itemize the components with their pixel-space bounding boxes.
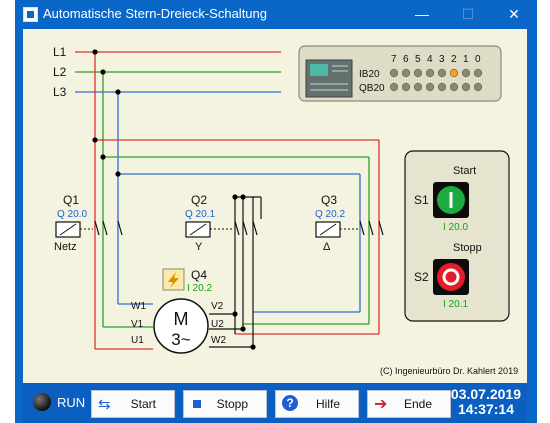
motor: M 3~ W1 V1 U1 V2 U2 W2 [131, 298, 226, 354]
s1-label: S1 [414, 193, 429, 207]
exit-button-label: Ende [403, 397, 432, 411]
app-icon [23, 7, 38, 22]
control-panel: Start S1 I 20.0 Stopp S2 I 20.1 [404, 150, 510, 322]
l1-label: L1 [53, 45, 67, 59]
help-button[interactable]: ? Hilfe [275, 390, 359, 418]
circuit-diagram: L1 L2 L3 7 6 5 4 3 2 1 0 IB20 QB20 Q1 Q … [53, 45, 518, 376]
terminal-v1: V1 [131, 319, 144, 330]
terminal-w1: W1 [131, 301, 146, 312]
bottom-toolbar: RUN ⇆ Start Stopp ? Hilfe ➔ Ende 03.07.2… [23, 383, 527, 423]
q1-label: Netz [54, 241, 77, 253]
s2-address: I 20.1 [443, 299, 468, 310]
plc-module: 7 6 5 4 3 2 1 0 IB20 QB20 [298, 45, 502, 102]
q2-label: Y [195, 241, 203, 253]
terminal-u1: U1 [131, 335, 144, 346]
q3-name: Q3 [321, 193, 337, 207]
contactor-q3[interactable]: Q3 Q 20.2 Δ [315, 193, 384, 253]
stop-pushbutton[interactable] [433, 259, 469, 295]
qb-led-bit-6 [401, 82, 411, 92]
l3-label: L3 [53, 85, 67, 99]
app-window: Automatische Stern-Dreieck-Schaltung — ☐… [15, 0, 537, 423]
q4-address: I 20.2 [187, 283, 212, 294]
date-text: 03.07.2019 [450, 386, 521, 402]
terminal-u2: U2 [211, 319, 224, 330]
run-label: RUN [57, 395, 86, 410]
qb-led-bit-2 [449, 82, 459, 92]
minimize-button[interactable]: — [399, 0, 445, 28]
start-pushbutton[interactable] [433, 182, 469, 218]
ib-led-bit-6 [401, 68, 411, 78]
ib-led-bit-2 [449, 68, 459, 78]
help-button-label: Hilfe [315, 397, 340, 411]
window-title: Automatische Stern-Dreieck-Schaltung [43, 6, 267, 21]
s2-label: S2 [414, 270, 429, 284]
maximize-button[interactable]: ☐ [445, 0, 491, 28]
q3-label: Δ [323, 241, 331, 253]
q1-name: Q1 [63, 193, 79, 207]
motor-protection-q4[interactable]: Q4 I 20.2 [162, 268, 212, 294]
bit-number-4: 4 [427, 54, 433, 65]
bit-number-6: 6 [403, 54, 409, 65]
ib20-label: IB20 [359, 69, 380, 80]
time-text: 14:37:14 [457, 401, 514, 417]
stop-button[interactable]: Stopp [183, 390, 267, 418]
bit-number-5: 5 [415, 54, 421, 65]
contactor-q2[interactable]: Q2 Q 20.1 Y [185, 193, 258, 253]
l2-label: L2 [53, 65, 67, 79]
terminal-w2: W2 [211, 335, 226, 346]
bit-number-3: 3 [439, 54, 445, 65]
ib-led-bit-5 [413, 68, 423, 78]
q2-name: Q2 [191, 193, 207, 207]
title-bar: Automatische Stern-Dreieck-Schaltung — ☐… [15, 0, 537, 28]
stop-caption: Stopp [453, 242, 482, 254]
ib-led-bit-1 [461, 68, 471, 78]
start-caption: Start [453, 165, 476, 177]
q3-address: Q 20.2 [315, 209, 345, 220]
s1-address: I 20.0 [443, 222, 468, 233]
bit-number-1: 1 [463, 54, 469, 65]
start-button[interactable]: ⇆ Start [91, 390, 175, 418]
bit-number-2: 2 [451, 54, 457, 65]
qb-led-bit-7 [389, 82, 399, 92]
help-icon: ? [282, 395, 298, 411]
copyright-text: (C) Ingenieurbüro Dr. Kahlert 2019 [380, 366, 518, 376]
exit-icon: ➔ [374, 396, 388, 413]
motor-letter: M [174, 309, 189, 329]
qb20-label: QB20 [359, 83, 385, 94]
close-button[interactable]: ✕ [491, 0, 537, 28]
stop-button-label: Stopp [216, 397, 248, 411]
ib-led-bit-7 [389, 68, 399, 78]
exit-button[interactable]: ➔ Ende [367, 390, 451, 418]
q1-address: Q 20.0 [57, 209, 87, 220]
start-button-label: Start [130, 397, 156, 411]
qb-led-bit-3 [437, 82, 447, 92]
qb-led-bit-4 [425, 82, 435, 92]
qb-led-bit-0 [473, 82, 483, 92]
bit-number-7: 7 [391, 54, 397, 65]
stop-square-icon [193, 400, 201, 408]
ib-led-bit-4 [425, 68, 435, 78]
motor-type: 3~ [171, 330, 190, 349]
terminal-v2: V2 [211, 301, 224, 312]
q2-address: Q 20.1 [185, 209, 215, 220]
bit-number-0: 0 [475, 54, 481, 65]
ib-led-bit-0 [473, 68, 483, 78]
qb-led-bit-5 [413, 82, 423, 92]
run-status-led [33, 393, 51, 411]
qb-led-bit-1 [461, 82, 471, 92]
start-arrow-icon: ⇆ [98, 396, 111, 413]
contactor-q1[interactable]: Q1 Q 20.0 Netz [54, 193, 123, 253]
schematic-area: L1 L2 L3 7 6 5 4 3 2 1 0 IB20 QB20 Q1 Q … [23, 29, 527, 383]
ib-led-bit-3 [437, 68, 447, 78]
date-time-display: 03.07.2019 14:37:14 [451, 387, 521, 417]
q4-name: Q4 [191, 268, 207, 282]
